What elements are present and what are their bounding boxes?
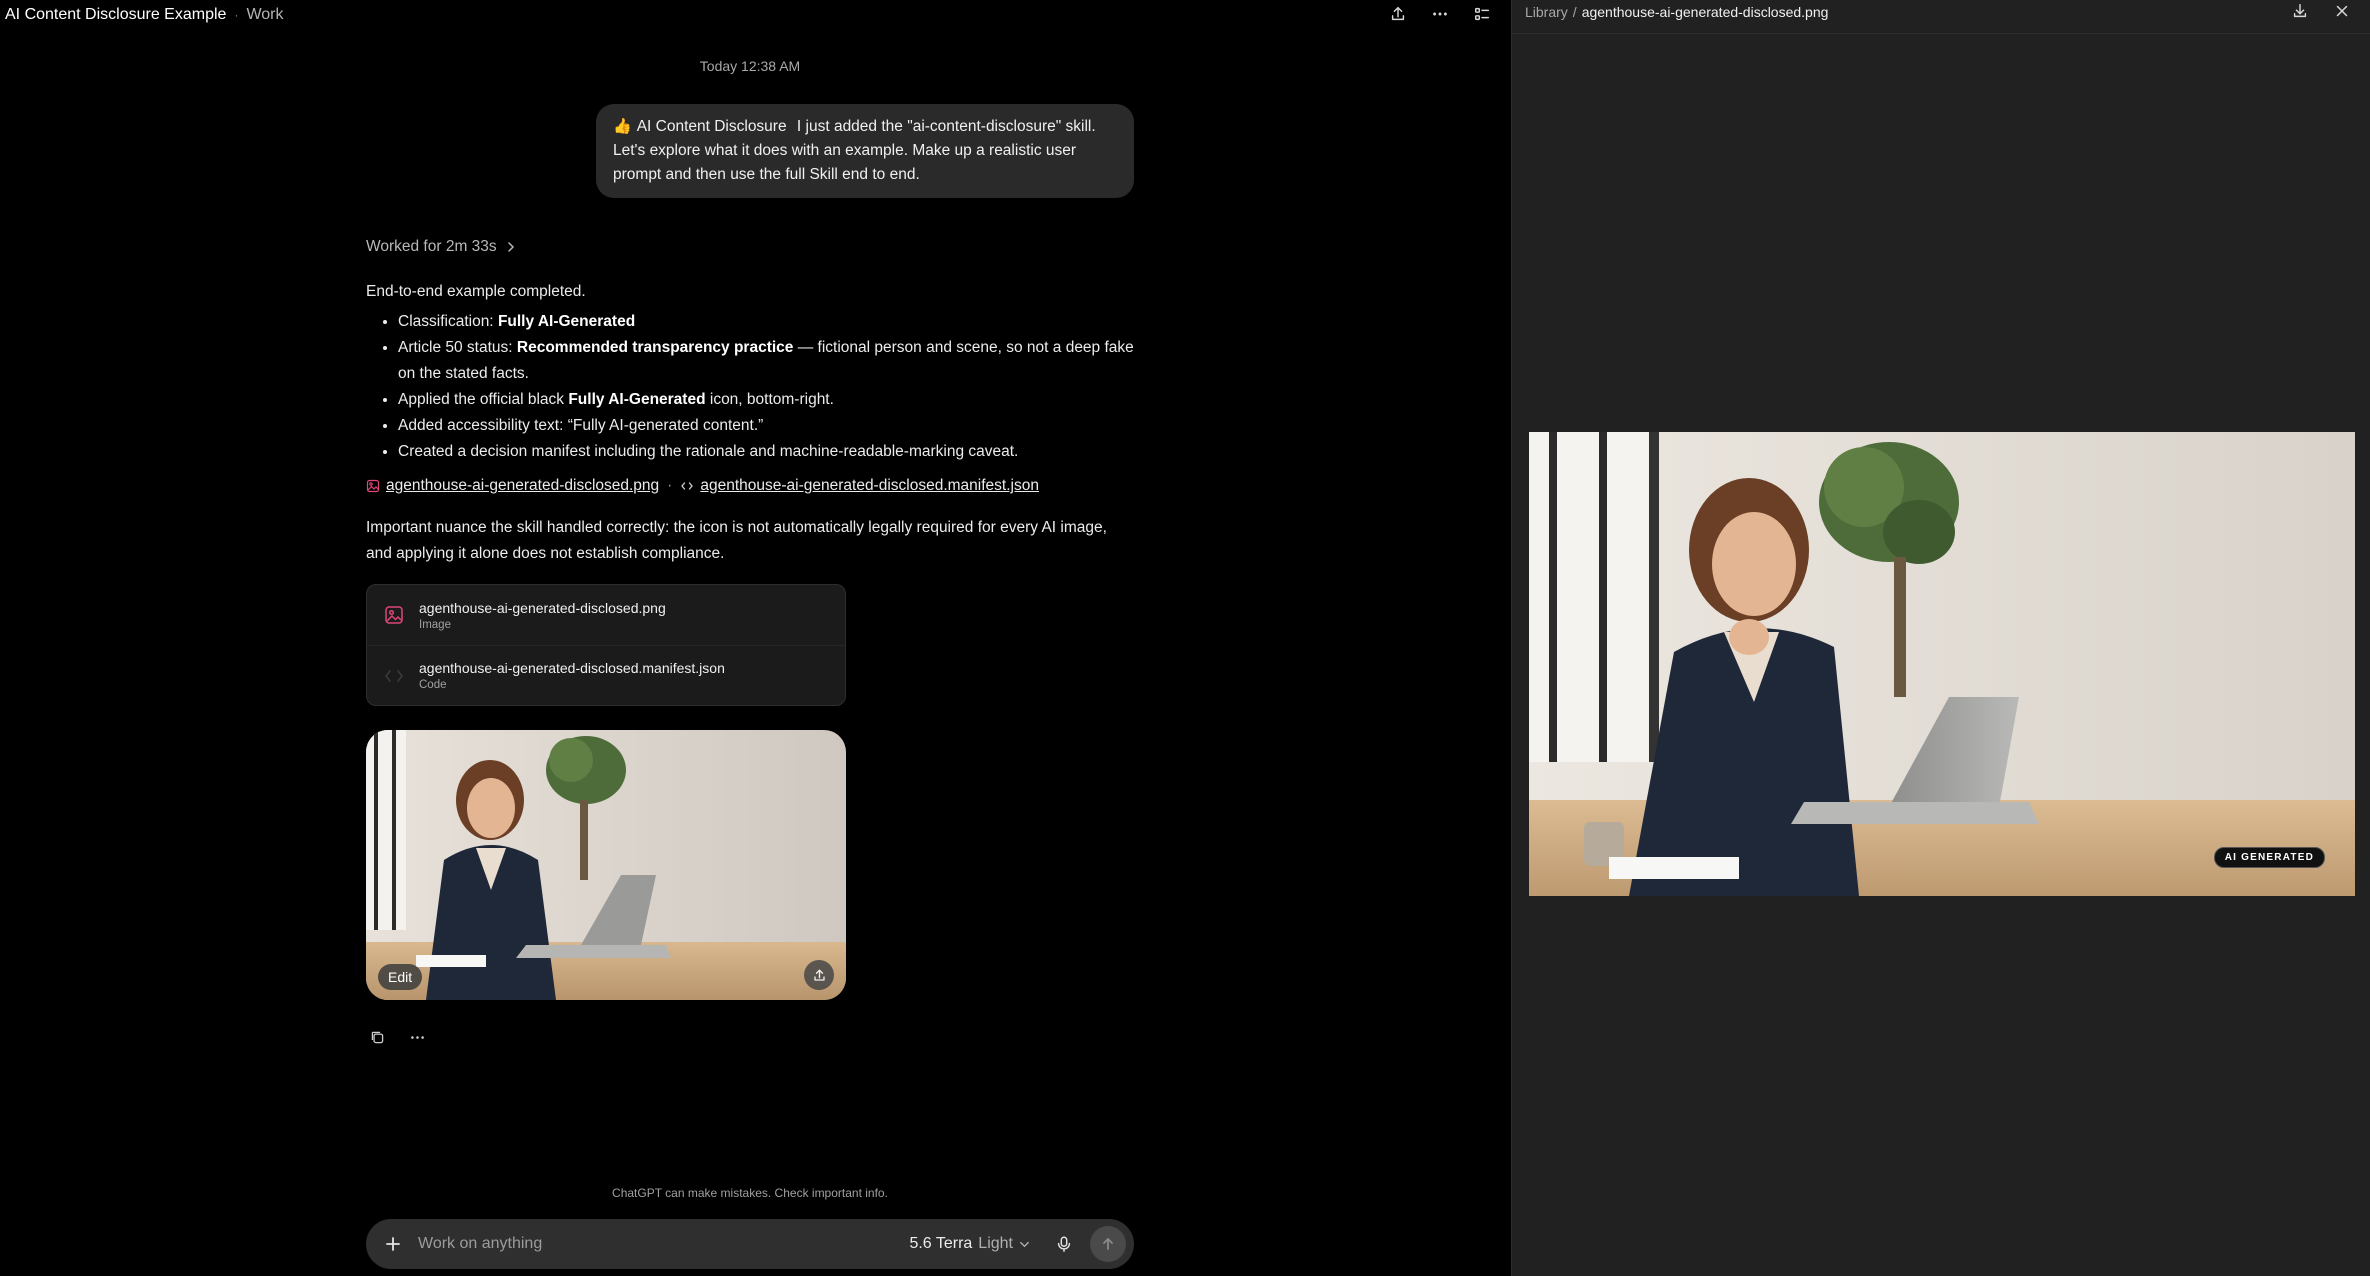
bullet-text: Applied the official black <box>398 391 569 408</box>
preview-header: Library / agenthouse-ai-generated-disclose… <box>1512 0 2370 34</box>
code-icon <box>383 665 405 687</box>
bullet-text: Article 50 status: <box>398 339 517 356</box>
manifest-file-link[interactable]: agenthouse-ai-generated-disclosed.manife… <box>680 473 1039 499</box>
bullet-text: Added accessibility text: “Fully AI-gene… <box>398 417 764 434</box>
model-selector[interactable]: 5.6 Terra Light <box>909 1235 1030 1253</box>
model-variant: Light <box>978 1235 1013 1252</box>
top-bar-actions <box>1387 3 1493 25</box>
project-name[interactable]: Work <box>246 6 283 23</box>
answer-bullet-list: Classification: Fully AI-Generated Artic… <box>366 309 1136 465</box>
conversation-title[interactable]: AI Content Disclosure Example · Work <box>5 6 283 24</box>
worked-for-toggle[interactable]: Worked for 2m 33s <box>366 238 517 256</box>
edit-button[interactable]: Edit <box>378 964 423 990</box>
attachment-name: agenthouse-ai-generated-disclosed.manife… <box>419 660 725 676</box>
microphone-icon[interactable] <box>1052 1232 1076 1256</box>
sidebar-toggle-icon[interactable] <box>1471 3 1493 25</box>
preview-actions <box>2289 0 2353 22</box>
message-timestamp: Today 12:38 AM <box>699 58 801 74</box>
model-name: 5.6 Terra <box>909 1235 973 1252</box>
chat-pane: AI Content Disclosure Example · Work Today… <box>0 0 1511 1276</box>
download-icon[interactable] <box>2289 0 2311 22</box>
top-bar: AI Content Disclosure Example · Work <box>0 0 1511 28</box>
list-item: Classification: Fully AI-Generated <box>398 309 1136 335</box>
attachment-kind: Code <box>419 679 447 691</box>
bullet-bold: Recommended transparency practice <box>516 339 794 356</box>
bullet-text: icon, bottom-right. <box>705 391 834 408</box>
close-icon[interactable] <box>2331 0 2353 22</box>
title-separator: · <box>234 8 239 22</box>
app-window: AI Content Disclosure Example · Work Today… <box>0 0 2370 1276</box>
disclaimer-text: ChatGPT can make mistakes. Check importa… <box>612 1186 888 1200</box>
send-button[interactable] <box>1090 1226 1126 1262</box>
attachment-name: agenthouse-ai-generated-disclosed.png <box>419 599 666 616</box>
image-icon <box>383 604 405 626</box>
thumbnail-illustration <box>366 730 846 1000</box>
attachment-row-code[interactable]: agenthouse-ai-generated-disclosed.manife… <box>367 645 845 705</box>
breadcrumb-separator: / <box>1572 4 1577 20</box>
attachment-kind: Image <box>419 618 451 631</box>
skill-hand-icon: 👍 <box>613 118 632 135</box>
copy-icon[interactable] <box>366 1026 388 1048</box>
image-file-link-text: agenthouse-ai-generated-disclosed.png <box>386 477 660 494</box>
chevron-right-icon <box>507 242 514 252</box>
assistant-answer: End-to-end example completed. Classifica… <box>366 279 1136 567</box>
bullet-text: Classification: <box>398 313 498 330</box>
message-actions <box>366 1026 428 1048</box>
skill-chip[interactable]: 👍 AI Content Disclosure <box>613 115 787 139</box>
list-item: Applied the official black Fully AI-Gene… <box>398 387 1136 413</box>
image-file-link[interactable]: agenthouse-ai-generated-disclosed.png <box>366 473 659 499</box>
worked-for-label: Worked for 2m 33s <box>366 238 497 255</box>
chevron-down-icon <box>1020 1241 1029 1247</box>
message-composer: 5.6 Terra Light <box>366 1219 1134 1269</box>
list-item: Article 50 status: Recommended transpare… <box>398 335 1136 387</box>
file-preview-pane: Library / agenthouse-ai-generated-disclose… <box>1511 0 2370 1276</box>
user-message: 👍 AI Content Disclosure I just added the… <box>596 104 1134 198</box>
link-separator: · <box>667 477 673 494</box>
bullet-bold: Fully AI-Generated <box>568 391 706 408</box>
list-item: Added accessibility text: “Fully AI-gene… <box>398 413 1136 439</box>
list-item: Created a decision manifest including th… <box>398 439 1136 465</box>
bullet-bold: Fully AI-Generated <box>497 313 636 330</box>
share-icon[interactable] <box>804 960 834 990</box>
image-icon <box>366 479 380 493</box>
more-options-icon[interactable] <box>406 1026 428 1048</box>
attachment-row-image[interactable]: agenthouse-ai-generated-disclosed.png Im… <box>367 585 845 645</box>
preview-illustration <box>1529 432 2355 896</box>
skill-label: AI Content Disclosure <box>636 118 787 135</box>
breadcrumb-current-file: agenthouse-ai-generated-disclosed.png <box>1581 4 1829 20</box>
bullet-text: Created a decision manifest including th… <box>398 443 1019 460</box>
arrow-up-icon <box>1103 1238 1113 1250</box>
ai-generated-badge: AI GENERATED <box>2213 847 2325 868</box>
message-input[interactable] <box>418 1235 910 1253</box>
conversation-title-text: AI Content Disclosure Example <box>5 6 227 23</box>
breadcrumb: Library / agenthouse-ai-generated-disclose… <box>1525 4 1828 20</box>
share-icon[interactable] <box>1387 3 1409 25</box>
more-options-icon[interactable] <box>1429 3 1451 25</box>
file-links: agenthouse-ai-generated-disclosed.png · … <box>366 473 1136 499</box>
generated-image-thumbnail[interactable]: Edit <box>366 730 846 1000</box>
nuance-paragraph: Important nuance the skill handled corre… <box>366 519 1107 562</box>
answer-intro: End-to-end example completed. <box>366 283 586 300</box>
manifest-file-link-text: agenthouse-ai-generated-disclosed.manife… <box>700 477 1039 494</box>
breadcrumb-library[interactable]: Library <box>1525 4 1568 20</box>
plus-icon[interactable] <box>382 1233 404 1255</box>
preview-image: AI GENERATED <box>1529 432 2355 896</box>
attachments-card: agenthouse-ai-generated-disclosed.png Im… <box>366 584 846 706</box>
code-icon <box>681 482 694 490</box>
